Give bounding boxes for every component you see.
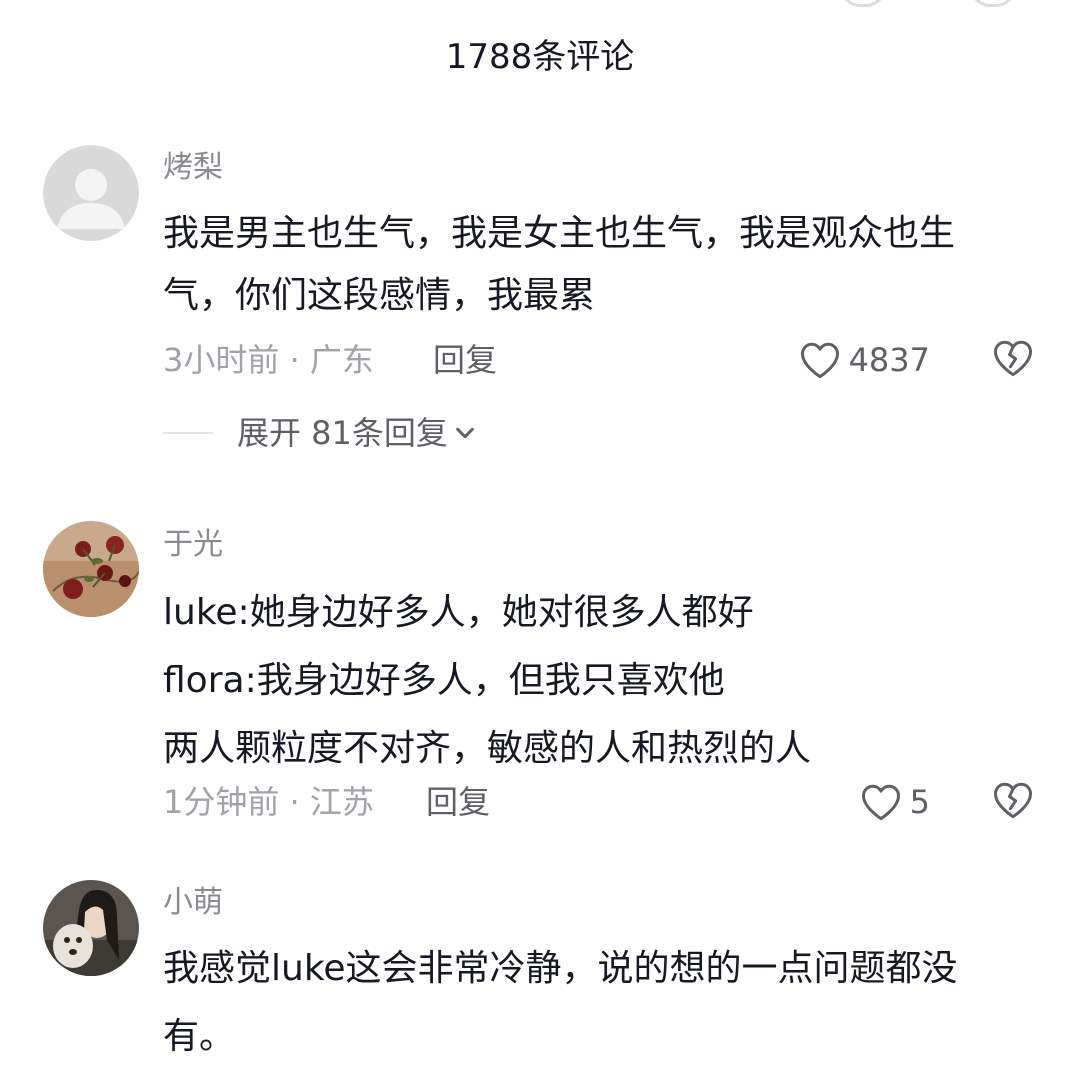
heart-icon <box>861 784 900 821</box>
comment-text-line: 有。 <box>163 1016 236 1057</box>
comment-meta: 3小时前 · 广东 <box>163 341 374 379</box>
top-edge-icon-right <box>970 0 1016 7</box>
reply-button[interactable]: 回复 <box>426 780 490 824</box>
comment-username[interactable]: 小萌 <box>163 883 223 923</box>
broken-heart-icon <box>994 340 1032 377</box>
expand-replies-button[interactable]: 展开 81条回复 <box>163 411 476 455</box>
comment-text-line: flora:我身边好多人，但我只喜欢他 <box>163 660 725 701</box>
avatar[interactable] <box>43 521 139 617</box>
like-button[interactable]: 4837 <box>799 338 930 382</box>
comment-text-line: 气，你们这段感情，我最累 <box>163 275 596 316</box>
comment-text-line: 我感觉luke这会非常冷静，说的想的一点问题都没 <box>163 948 958 989</box>
comment-text: 我感觉luke这会非常冷静，说的想的一点问题都没 有。 <box>163 935 1043 1071</box>
avatar[interactable] <box>43 145 139 241</box>
comment-text-line: 两人颗粒度不对齐，敏感的人和热烈的人 <box>163 728 812 769</box>
comment-text: luke:她身边好多人，她对很多人都好 flora:我身边好多人，但我只喜欢他 … <box>163 579 1043 783</box>
comment-username[interactable]: 烤梨 <box>163 148 223 188</box>
roses-photo-avatar <box>43 521 139 617</box>
heart-icon <box>800 342 839 379</box>
comment-text-line: luke:她身边好多人，她对很多人都好 <box>163 592 754 633</box>
top-edge-icons <box>840 0 1040 7</box>
comment-count-title: 1788条评论 <box>445 37 635 77</box>
chevron-down-icon <box>456 427 474 439</box>
comment-text: 我是男主也生气，我是女主也生气，我是观众也生 气，你们这段感情，我最累 <box>163 203 1043 327</box>
expand-divider <box>163 432 213 434</box>
like-button[interactable]: 5 <box>860 780 930 824</box>
avatar[interactable] <box>43 880 139 976</box>
comment-username[interactable]: 于光 <box>163 525 223 565</box>
reply-button[interactable]: 回复 <box>433 338 497 382</box>
default-avatar-icon <box>43 145 139 241</box>
comment-text-line: 我是男主也生气，我是女主也生气，我是观众也生 <box>163 213 956 254</box>
comment-meta: 1分钟前 · 江苏 <box>163 783 374 821</box>
broken-heart-icon <box>994 782 1032 819</box>
top-edge-icon-left <box>840 0 886 7</box>
dislike-button[interactable] <box>992 780 1036 824</box>
like-count: 5 <box>909 783 930 821</box>
like-count: 4837 <box>848 341 930 379</box>
dislike-button[interactable] <box>992 338 1036 382</box>
girl-with-dog-photo-avatar <box>43 880 139 976</box>
expand-replies-label: 展开 81条回复 <box>237 414 448 452</box>
